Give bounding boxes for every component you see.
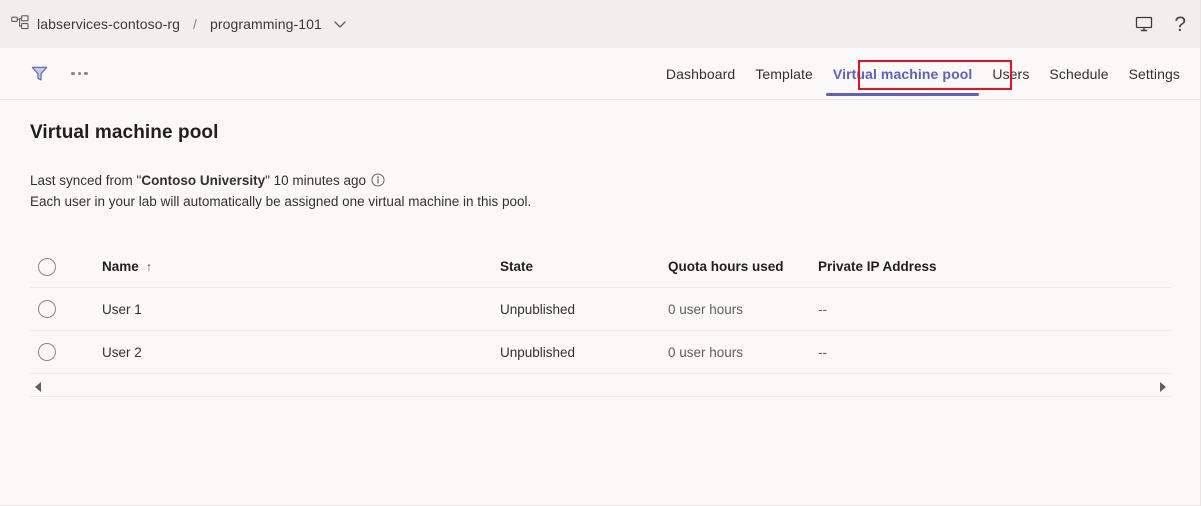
row-select-radio[interactable] [38, 343, 56, 361]
horizontal-scrollbar[interactable] [30, 382, 1171, 397]
table-row[interactable]: User 2 Unpublished 0 user hours -- [30, 331, 1171, 374]
column-header-private-ip-address[interactable]: Private IP Address [818, 259, 1171, 274]
sync-prefix: Last synced from " [30, 173, 141, 188]
cell-state: Unpublished [500, 345, 668, 360]
tab-label: Users [992, 66, 1029, 82]
cell-name: User 2 [80, 345, 500, 360]
tab-label: Dashboard [666, 66, 735, 82]
table-header-row: Name ↑ State Quota hours used Private IP … [30, 246, 1171, 288]
tab-settings[interactable]: Settings [1119, 48, 1190, 99]
column-header-quota-hours-used[interactable]: Quota hours used [668, 259, 818, 274]
cell-name: User 1 [80, 302, 500, 317]
tab-list: Dashboard Template Virtual machine pool … [656, 48, 1190, 99]
page-title: Virtual machine pool [30, 122, 1170, 144]
breadcrumb-separator: / [193, 16, 197, 32]
help-icon[interactable]: ? [1174, 14, 1186, 35]
main-content: Virtual machine pool Last synced from "C… [0, 100, 1200, 397]
tab-template[interactable]: Template [745, 48, 823, 99]
tab-label: Template [755, 66, 813, 82]
tab-virtual-machine-pool[interactable]: Virtual machine pool [823, 48, 982, 99]
vm-pool-table: Name ↑ State Quota hours used Private IP … [30, 246, 1171, 397]
resource-group-icon [11, 15, 29, 33]
more-options-icon[interactable] [67, 66, 92, 82]
lab-services-page: labservices-contoso-rg / programming-101… [0, 0, 1201, 506]
info-circle-icon[interactable] [371, 173, 385, 187]
cell-quota-hours-used: 0 user hours [668, 302, 818, 317]
pool-description: Each user in your lab will automatically… [30, 191, 1170, 212]
select-all-radio[interactable] [38, 258, 56, 276]
cell-state: Unpublished [500, 302, 668, 317]
row-select-radio[interactable] [38, 300, 56, 318]
sync-source: Contoso University [141, 173, 265, 188]
tab-schedule[interactable]: Schedule [1039, 48, 1118, 99]
filter-funnel-icon[interactable] [30, 64, 49, 83]
command-bar-actions [30, 64, 92, 83]
tab-label: Virtual machine pool [833, 66, 972, 82]
row-select-cell [30, 343, 80, 361]
cell-private-ip-address: -- [818, 345, 1171, 360]
tab-dashboard[interactable]: Dashboard [656, 48, 745, 99]
scroll-right-arrow-icon[interactable] [1160, 382, 1166, 392]
sort-ascending-icon: ↑ [146, 260, 152, 274]
breadcrumb-lab-name[interactable]: programming-101 [210, 16, 322, 32]
tab-label: Settings [1129, 66, 1180, 82]
chevron-down-icon[interactable] [332, 16, 348, 32]
table-row[interactable]: User 1 Unpublished 0 user hours -- [30, 288, 1171, 331]
top-bar: labservices-contoso-rg / programming-101… [0, 0, 1200, 48]
breadcrumb: labservices-contoso-rg / programming-101 [11, 15, 1134, 33]
scrollbar-track[interactable] [41, 382, 1160, 392]
column-header-state[interactable]: State [500, 259, 668, 274]
command-bar: Dashboard Template Virtual machine pool … [0, 48, 1200, 100]
breadcrumb-resource-group[interactable]: labservices-contoso-rg [37, 16, 180, 32]
sync-suffix: " 10 minutes ago [265, 173, 366, 188]
row-select-cell [30, 300, 80, 318]
tab-users[interactable]: Users [982, 48, 1039, 99]
cell-private-ip-address: -- [818, 302, 1171, 317]
top-bar-actions: ? [1134, 14, 1186, 35]
column-header-name-label: Name [102, 259, 139, 274]
tab-label: Schedule [1049, 66, 1108, 82]
select-all-cell [30, 258, 80, 276]
sync-status-line: Last synced from "Contoso University" 10… [30, 170, 1170, 191]
monitor-icon[interactable] [1134, 14, 1154, 34]
cell-quota-hours-used: 0 user hours [668, 345, 818, 360]
column-header-name[interactable]: Name ↑ [80, 259, 500, 274]
